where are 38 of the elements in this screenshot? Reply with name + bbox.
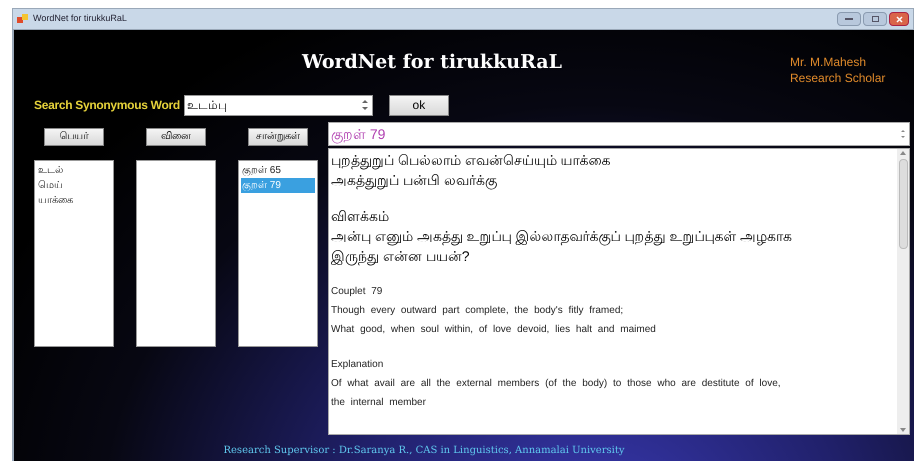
text-line: Though every outward part complete, the body's fitly framed; [331, 304, 624, 318]
column-button[interactable]: வினை [146, 128, 206, 146]
text-line: What good, when soul within, of love devoid, lies halt and maimed [331, 323, 657, 337]
app-title: WordNet for tirukkuRaL [302, 50, 562, 75]
search-label: Search Synonymous Word [34, 97, 180, 114]
text-line: Of what avail are all the external members (of the body) to those who are destitute of love, [331, 377, 782, 391]
scroll-down-arrow-icon[interactable] [900, 428, 906, 432]
maximize-button[interactable] [863, 12, 887, 26]
list-item[interactable]: குறள் 65 [241, 163, 315, 178]
ok-button[interactable]: ok [388, 94, 449, 116]
list-item[interactable]: யாக்கை [37, 193, 111, 208]
scrollbar-thumb[interactable] [898, 159, 908, 249]
minimize-button[interactable] [837, 12, 861, 26]
supervisor-credit: Research Supervisor : Dr.Saranya R., CAS in Linguistics, Annamalai University [223, 444, 625, 458]
column-button[interactable]: பெயர் [44, 128, 104, 146]
column-button[interactable]: சான்றுகள் [248, 128, 308, 146]
close-button[interactable] [889, 12, 909, 26]
text-line: புறத்துறுப் பெல்லாம் எவன்செய்யும் யாக்கை [331, 151, 612, 170]
window-title: WordNet for tirukkuRaL [33, 12, 127, 26]
app-icon [17, 13, 29, 25]
author-line: Mr. M.Mahesh [790, 54, 868, 70]
spin-arrows-icon [362, 99, 368, 111]
scrollbar[interactable] [897, 149, 909, 434]
text-line: இருந்து என்ன பயன்? [331, 247, 471, 266]
text-line: அன்பு எனும் அகத்து உறுப்பு இல்லாதவர்க்குப் புறத்து உறுப்புகள் அழகாக [331, 227, 794, 246]
spin-arrows-icon [900, 128, 906, 140]
text-line: Couplet 79 [331, 285, 384, 299]
author-line: Research Scholar [790, 70, 886, 86]
close-icon [896, 16, 902, 22]
text-line: அகத்துறுப் பன்பி லவர்க்கு [331, 171, 498, 190]
list-item[interactable]: உடல் [37, 163, 111, 178]
text-line: Explanation [331, 358, 384, 372]
verse-number: குறள் 79 [331, 124, 386, 144]
list-item[interactable]: மெய் [37, 178, 111, 193]
scroll-up-arrow-icon[interactable] [900, 151, 906, 155]
text-line: விளக்கம் [331, 207, 390, 226]
text-line: the internal member [331, 396, 427, 410]
search-field[interactable]: உடம்பு [184, 94, 373, 116]
